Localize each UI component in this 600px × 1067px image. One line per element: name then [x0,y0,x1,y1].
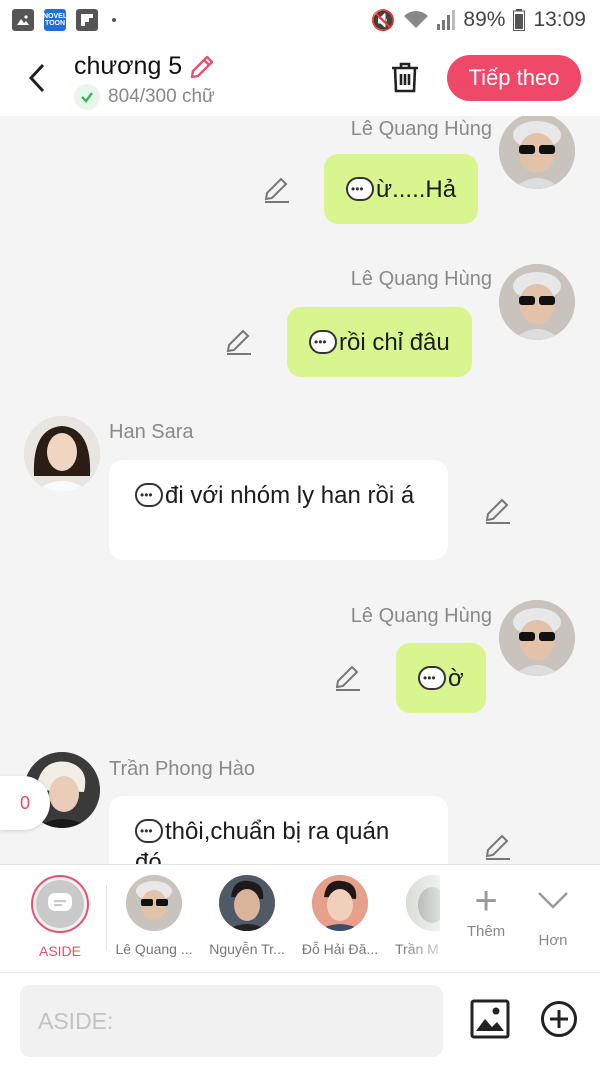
message-bubble[interactable]: thôi,chuẩn bị ra quán đó [109,796,448,864]
divider [106,885,107,951]
message-author: Lê Quang Hùng [350,268,492,290]
character-bar: ASIDE Lê Quang ... Nguyễn Tr... Đỗ Hải Đ… [0,864,600,973]
chat-dots-icon [418,663,446,694]
delete-button[interactable] [386,58,424,96]
gallery-notification-icon [12,9,34,31]
character-name: Nguyễn Tr... [209,941,285,957]
add-character-button[interactable]: + Thêm [456,879,516,940]
status-bar: NOVEL TOON 🔇 89% 13:09 [0,0,600,40]
plus-circle-icon [541,1001,577,1037]
message-text: rồi chỉ đâu [339,328,450,356]
chapter-title-text: chương 5 [74,52,183,80]
mute-icon: 🔇 [370,9,396,32]
chevron-left-icon [28,63,45,93]
chevron-down-icon [523,879,583,932]
message-author: Lê Quang Hùng [350,118,492,140]
message-author: Lê Quang Hùng [350,605,492,627]
character-item[interactable]: Nguyễn Tr... [202,875,292,957]
edit-title-icon[interactable] [188,53,216,81]
avatar[interactable] [499,116,575,189]
battery-percent: 89% [463,8,506,31]
edit-message-icon[interactable] [483,831,513,861]
back-button[interactable] [22,58,52,98]
character-avatar [219,875,275,931]
composer [0,972,600,1067]
message-text: ừ.....Hả [376,175,457,203]
trash-icon [392,62,418,93]
chat-dots-icon [135,816,163,847]
flipboard-notification-icon [76,9,98,31]
add-more-button[interactable] [540,1000,578,1038]
scroll-fade [400,865,460,973]
check-icon [74,84,100,110]
character-item[interactable]: Lê Quang ... [109,875,199,957]
word-count-text: 804/300 chữ [108,86,215,107]
expand-characters-button[interactable]: Hơn [523,879,583,949]
character-avatar [312,875,368,931]
message-bubble[interactable]: ờ [396,643,486,713]
edit-message-icon[interactable] [262,174,292,204]
chat-bubble-icon [48,893,72,911]
message-text: ờ [448,664,464,692]
next-button[interactable]: Tiếp theo [447,55,581,101]
chat-dots-icon [309,327,337,358]
chat-dots-icon [135,480,163,511]
message-bubble[interactable]: ừ.....Hả [324,154,479,224]
character-name: Lê Quang ... [115,941,193,957]
editor-header: chương 5 804/300 chữ Tiếp theo [0,40,600,116]
battery-icon [513,9,526,31]
message-input[interactable] [20,985,443,1057]
edit-message-icon[interactable] [333,662,363,692]
character-name: Đỗ Hải Đă... [301,941,379,957]
aside-avatar [31,875,89,933]
aside-label: ASIDE [38,943,81,959]
clock: 13:09 [533,8,586,31]
edit-message-icon[interactable] [483,495,513,525]
message-author: Han Sara [109,421,194,443]
avatar[interactable] [499,600,575,676]
add-character-label: Thêm [466,923,506,940]
message-bubble[interactable]: rồi chỉ đâu [287,307,472,377]
image-icon [470,999,510,1039]
expand-characters-label: Hơn [538,932,568,949]
chapter-title[interactable]: chương 5 [74,52,216,81]
message-bubble[interactable]: đi với nhóm ly han rồi á [109,460,448,560]
message-text: thôi,chuẩn bị ra quán đó [135,818,390,864]
chat-area[interactable]: Lê Quang Hùng ừ.....Hả Lê Quang Hùng rồi… [0,116,600,864]
signal-icon [437,10,456,30]
edit-message-icon[interactable] [224,326,254,356]
more-notifications-dot [112,18,116,22]
wifi-icon [404,11,429,28]
plus-icon: + [474,879,498,923]
avatar[interactable] [499,264,575,340]
message-author: Trần Phong Hào [109,758,256,780]
character-avatar [126,875,182,931]
aside-character[interactable]: ASIDE [15,875,105,959]
word-count: 804/300 chữ [74,84,215,110]
avatar[interactable] [24,416,100,492]
novel-toon-notification-icon: NOVEL TOON [43,9,67,31]
insert-image-button[interactable] [470,999,510,1039]
message-text: đi với nhóm ly han rồi á [165,482,415,509]
character-item[interactable]: Đỗ Hải Đă... [295,875,385,957]
chat-dots-icon [346,174,374,205]
